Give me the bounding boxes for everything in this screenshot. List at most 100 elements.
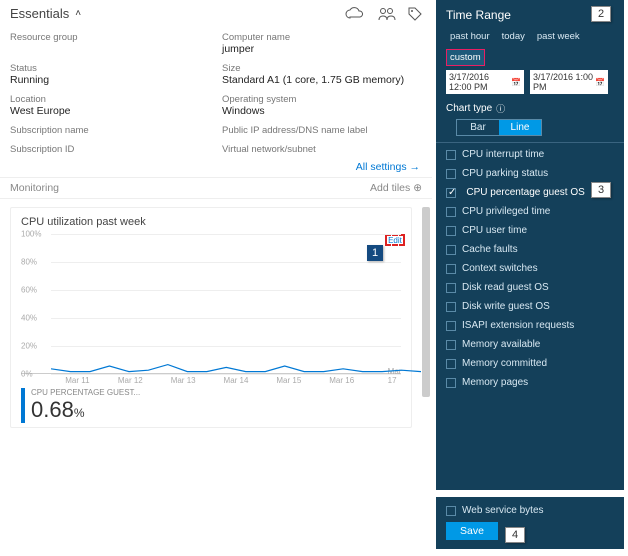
metric-label: CPU interrupt time [462, 149, 544, 160]
panel-title: Essentials [10, 6, 69, 21]
add-tiles-button[interactable]: Add tiles ⊕ [370, 182, 422, 194]
metric-label: Memory committed [462, 358, 547, 369]
calendar-icon: 📅 [511, 78, 521, 87]
metric-label: Disk read guest OS [462, 282, 549, 293]
checkbox-icon [446, 226, 456, 236]
chart-type-line[interactable]: Line [499, 120, 541, 135]
metric-label: Memory pages [462, 377, 528, 388]
date-inputs: 3/17/2016 12:00 PM📅 3/17/2016 1:00 PM📅 [446, 70, 614, 94]
prop-ip: Public IP address/DNS name label [222, 125, 422, 136]
kpi-number: 0.68 [31, 397, 74, 422]
y-axis-label: 40% [21, 314, 37, 323]
metric-item[interactable]: Memory committed [446, 354, 614, 373]
prop-resource-group: Resource group [10, 32, 210, 55]
metric-label: Memory available [462, 339, 540, 350]
header-icons [344, 7, 422, 21]
start-date-value: 3/17/2016 12:00 PM [449, 72, 511, 92]
vertical-scrollbar[interactable] [422, 207, 430, 397]
chart-title: CPU utilization past week [21, 216, 401, 228]
checkbox-icon [446, 302, 456, 312]
checkbox-icon [446, 340, 456, 350]
divider [436, 142, 624, 143]
end-date-input[interactable]: 3/17/2016 1:00 PM📅 [530, 70, 608, 94]
cloud-icon[interactable] [344, 7, 366, 21]
metric-item[interactable]: Context switches [446, 259, 614, 278]
metric-item[interactable]: CPU user time [446, 221, 614, 240]
prop-label: Computer name [222, 32, 422, 43]
range-past-hour[interactable]: past hour [446, 28, 494, 45]
y-axis-label: 0% [21, 370, 33, 379]
kpi-unit: % [74, 406, 85, 420]
range-buttons: past hour today past week custom [446, 28, 614, 66]
properties-grid: Resource group Computer name jumper Stat… [0, 26, 432, 155]
range-custom[interactable]: custom [446, 49, 485, 66]
cpu-chart-tile[interactable]: CPU utilization past week Edit 0%20%40%6… [10, 207, 412, 428]
metric-label: CPU percentage guest OS [466, 187, 584, 198]
chart-type-toggle: Bar Line [456, 119, 542, 136]
range-today[interactable]: today [498, 28, 529, 45]
checkbox-icon [446, 264, 456, 274]
metric-item[interactable]: CPU privileged time [446, 202, 614, 221]
metric-item[interactable]: CPU interrupt time [446, 145, 614, 164]
prop-label: Subscription ID [10, 144, 210, 155]
x-axis-label: Mar 11 [65, 376, 89, 385]
callout-3: 3 [591, 182, 611, 198]
metric-item[interactable]: Memory available [446, 335, 614, 354]
metric-label: Disk write guest OS [462, 301, 550, 312]
metric-item[interactable]: Memory pages [446, 373, 614, 392]
metric-item[interactable]: Cache faults [446, 240, 614, 259]
start-date-input[interactable]: 3/17/2016 12:00 PM📅 [446, 70, 524, 94]
kpi-block: CPU PERCENTAGE GUEST... 0.68% [21, 388, 401, 423]
metric-label: Cache faults [462, 244, 518, 255]
info-icon[interactable]: ⓘ [496, 102, 505, 115]
prop-value: Windows [222, 105, 422, 117]
users-icon[interactable] [378, 7, 396, 21]
range-past-week[interactable]: past week [533, 28, 584, 45]
metric-label: CPU user time [462, 225, 527, 236]
time-range-title: Time Range [446, 8, 614, 22]
x-axis-label: Mar 12 [118, 376, 143, 385]
prop-os: Operating system Windows [222, 94, 422, 117]
chart-type-bar[interactable]: Bar [457, 120, 499, 135]
checkbox-icon [446, 245, 456, 255]
prop-value: Running [10, 74, 210, 86]
metric-item[interactable]: ISAPI extension requests [446, 316, 614, 335]
prop-subscription-name: Subscription name [10, 125, 210, 136]
essentials-header[interactable]: Essentials ˄ [0, 0, 432, 26]
time-range-panel: Time Range past hour today past week cus… [436, 0, 624, 490]
prop-label: Public IP address/DNS name label [222, 125, 422, 136]
metric-list: CPU interrupt time CPU parking status✓CPU… [446, 145, 614, 392]
monitoring-title: Monitoring [10, 182, 59, 194]
metric-item[interactable]: CPU parking status [446, 164, 614, 183]
y-axis-label: 80% [21, 258, 37, 267]
all-settings-link[interactable]: All settings → [0, 155, 432, 177]
checkbox-icon [446, 283, 456, 293]
callout-1: 1 [367, 245, 383, 261]
monitoring-header: Monitoring Add tiles ⊕ [0, 177, 432, 199]
metric-label: ISAPI extension requests [462, 320, 574, 331]
metric-item[interactable]: ✓CPU percentage guest OS [446, 183, 614, 202]
chevron-up-icon: ˄ [75, 8, 81, 19]
prop-value: Standard A1 (1 core, 1.75 GB memory) [222, 74, 422, 86]
checkbox-icon [446, 150, 456, 160]
prop-label: Resource group [10, 32, 210, 43]
checkbox-icon [446, 321, 456, 331]
metric-item[interactable]: Disk read guest OS [446, 278, 614, 297]
prop-label: Operating system [222, 94, 422, 105]
kpi-label: CPU PERCENTAGE GUEST... [31, 388, 401, 397]
callout-2: 2 [591, 6, 611, 22]
prop-label: Status [10, 63, 210, 74]
x-axis-label: Mar 16 [329, 376, 354, 385]
x-axis-label: Mar 13 [171, 376, 196, 385]
save-button[interactable]: Save [446, 522, 498, 540]
metric-web-service-bytes[interactable]: Web service bytes [446, 503, 614, 522]
checkbox-icon [446, 169, 456, 179]
prop-label: Location [10, 94, 210, 105]
x-axis-label: Mar 14 [224, 376, 249, 385]
prop-label: Virtual network/subnet [222, 144, 422, 155]
tag-icon[interactable] [408, 7, 422, 21]
prop-location: Location West Europe [10, 94, 210, 117]
chart-type-label: Chart type [446, 103, 492, 114]
metric-item[interactable]: Disk write guest OS [446, 297, 614, 316]
checkbox-icon [446, 207, 456, 217]
